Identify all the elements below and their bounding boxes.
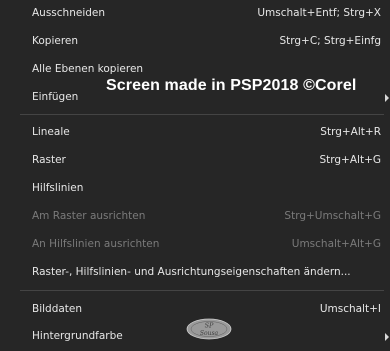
watermark-logo: SP Sousa: [186, 318, 232, 340]
menu-item-label: Bilddaten: [32, 303, 83, 315]
menu-item-shortcut: Strg+Alt+G: [319, 154, 381, 166]
menu-item-label: Hilfslinien: [32, 182, 84, 194]
menu-item-am-raster-ausrichten: Am Raster ausrichten Strg+Umschalt+G: [0, 203, 390, 231]
menu-item-label: Einfügen: [32, 91, 79, 103]
menu-item-raster-eigenschaften[interactable]: Raster-, Hilfslinien- und Ausrichtungsei…: [0, 259, 390, 287]
menu-item-shortcut: Umschalt+I: [319, 303, 381, 315]
submenu-arrow-icon: [385, 333, 389, 341]
menu-separator: [20, 290, 384, 291]
menu-item-ausschneiden[interactable]: Ausschneiden Umschalt+Entf; Strg+X: [0, 0, 390, 28]
menu-item-label: Hintergrundfarbe: [32, 330, 123, 342]
menu-item-label: Lineale: [32, 126, 70, 138]
menu-item-label: Raster-, Hilfslinien- und Ausrichtungsei…: [32, 266, 351, 278]
menu-item-shortcut: Strg+Alt+R: [320, 126, 381, 138]
logo-text-top: SP: [205, 322, 214, 330]
menu-item-an-hilfslinien-ausrichten: An Hilfslinien ausrichten Umschalt+Alt+G: [0, 231, 390, 259]
menu-item-lineale[interactable]: Lineale Strg+Alt+R: [0, 119, 390, 147]
menu-item-shortcut: Strg+C; Strg+Einfg: [279, 35, 381, 47]
menu-item-label: Am Raster ausrichten: [32, 210, 146, 222]
menu-item-shortcut: Umschalt+Alt+G: [291, 238, 381, 250]
submenu-arrow-icon: [385, 94, 389, 102]
menu-item-label: An Hilfslinien ausrichten: [32, 238, 160, 250]
menu-item-shortcut: Umschalt+Entf; Strg+X: [257, 7, 381, 19]
menu-item-kopieren[interactable]: Kopieren Strg+C; Strg+Einfg: [0, 28, 390, 56]
watermark-text: Screen made in PSP2018 ©Corel: [106, 77, 357, 94]
menu-item-shortcut: Strg+Umschalt+G: [284, 210, 381, 222]
menu-item-hilfslinien[interactable]: Hilfslinien: [0, 175, 390, 203]
menu-item-raster[interactable]: Raster Strg+Alt+G: [0, 147, 390, 175]
menu-item-label: Alle Ebenen kopieren: [32, 63, 144, 75]
menu-item-label: Raster: [32, 154, 66, 166]
logo-text-bottom: Sousa: [200, 330, 219, 337]
context-menu: Ausschneiden Umschalt+Entf; Strg+X Kopie…: [0, 0, 390, 350]
menu-separator: [20, 114, 384, 115]
menu-item-label: Kopieren: [32, 35, 79, 47]
menu-item-label: Ausschneiden: [32, 7, 106, 19]
